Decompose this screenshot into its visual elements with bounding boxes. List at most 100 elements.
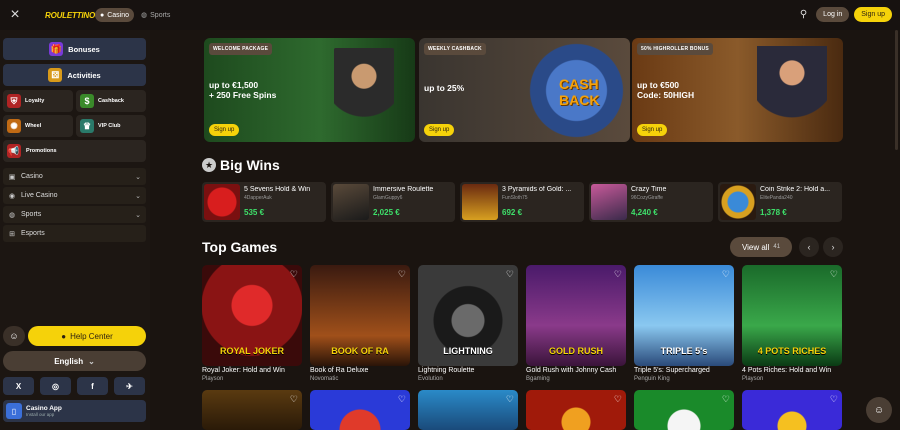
game-card[interactable]: ♡ (742, 390, 842, 430)
support-icon[interactable]: ☺ (3, 326, 25, 346)
sidebar-item-esports[interactable]: ⊞ Esports (3, 225, 146, 242)
support-chat-icon[interactable]: ☺ (866, 397, 892, 423)
sidebar-tile-cashback[interactable]: $ Cashback (76, 90, 146, 112)
view-all-button[interactable]: View all 41 (730, 237, 792, 257)
heart-icon[interactable]: ♡ (506, 394, 514, 405)
x-social-icon[interactable]: X (3, 377, 34, 395)
game-art-label: 4 POTS RICHES (757, 346, 827, 356)
login-button[interactable]: Log in (816, 7, 850, 22)
game-card-lightning-roulette[interactable]: ♡ LIGHTNING (418, 265, 518, 366)
game-card-gold-rush[interactable]: ♡ GOLD RUSH (526, 265, 626, 366)
sidebar-activities[interactable]: ⚄ Activities (3, 64, 146, 86)
promo-card-cashback[interactable]: WEEKLY CASHBACK up to 25% Sign up CASH B… (419, 38, 630, 142)
chevron-down-icon: ⌄ (135, 211, 141, 219)
game-card-royal-joker[interactable]: ♡ ROYAL JOKER (202, 265, 302, 366)
promo-signup-button[interactable]: Sign up (637, 124, 668, 136)
heart-icon[interactable]: ♡ (614, 269, 622, 280)
facebook-icon[interactable]: f (77, 377, 108, 395)
game-name[interactable]: Lightning Roulette (418, 367, 474, 374)
promo-line1: up to €1,500 (209, 80, 259, 90)
big-win-card[interactable]: Immersive Roulette GlamGuppy6 2,025 € (331, 182, 455, 222)
promo-signup-button[interactable]: Sign up (424, 124, 455, 136)
game-art-label: TRIPLE 5's (660, 346, 708, 356)
search-icon[interactable]: ⚲ (800, 9, 807, 20)
next-arrow-icon[interactable]: › (823, 237, 843, 257)
game-card-book-of-ra[interactable]: ♡ BOOK OF RA (310, 265, 410, 366)
heart-icon[interactable]: ♡ (830, 269, 838, 280)
instagram-icon[interactable]: ◎ (40, 377, 71, 395)
game-provider: Evolution (418, 376, 443, 382)
win-amount: 535 € (244, 208, 265, 217)
big-win-card[interactable]: 3 Pyramids of Gold: ... FunSloth75 692 € (460, 182, 584, 222)
game-card[interactable]: ♡ (526, 390, 626, 430)
sidebar: 🎁 Bonuses ⚄ Activities ⛨ Loyalty $ Cashb… (0, 30, 150, 430)
game-provider: Playson (202, 376, 224, 382)
logo[interactable]: ROULETTINO (45, 9, 95, 21)
language-select[interactable]: English ⌄ (3, 351, 146, 371)
win-user: FunSloth75 (502, 195, 528, 201)
promo-card-highroller[interactable]: 50% HIGHROLLER BONUS up to €500 Code: 50… (632, 38, 843, 142)
game-card[interactable]: ♡ (634, 390, 734, 430)
help-center-label: Help Center (70, 331, 113, 341)
casino-chip-icon: ● (100, 11, 105, 19)
game-card-4-pots-riches[interactable]: ♡ 4 POTS RICHES (742, 265, 842, 366)
close-icon[interactable]: × (1, 0, 29, 30)
game-thumbnail (204, 184, 240, 220)
promo-card-welcome[interactable]: WELCOME PACKAGE up to €1,500 + 250 Free … (204, 38, 415, 142)
promo-line2: + 250 Free Spins (209, 90, 277, 100)
win-user: ElitePanda240 (760, 195, 793, 201)
heart-icon[interactable]: ♡ (614, 394, 622, 405)
sidebar-item-casino[interactable]: ▣ Casino ⌄ (3, 168, 146, 185)
help-center-button[interactable]: ● Help Center (28, 326, 146, 346)
prev-arrow-icon[interactable]: ‹ (799, 237, 819, 257)
big-win-card[interactable]: Coin Strike 2: Hold a... ElitePanda240 1… (718, 182, 842, 222)
game-card[interactable]: ♡ (202, 390, 302, 430)
sidebar-tile-loyalty[interactable]: ⛨ Loyalty (3, 90, 73, 112)
top-games-title: Top Games (202, 239, 278, 255)
game-name[interactable]: 4 Pots Riches: Hold and Win (742, 367, 831, 374)
sidebar-tile-promotions[interactable]: 📢 Promotions (3, 140, 146, 162)
heart-icon[interactable]: ♡ (722, 394, 730, 405)
heart-icon[interactable]: ♡ (290, 269, 298, 280)
heart-icon[interactable]: ♡ (398, 269, 406, 280)
tab-sports[interactable]: ◍ Sports (136, 8, 175, 22)
game-name[interactable]: Royal Joker: Hold and Win (202, 367, 285, 374)
sidebar-item-sports[interactable]: ◍ Sports ⌄ (3, 206, 146, 223)
heart-icon[interactable]: ♡ (398, 394, 406, 405)
game-art-label: ROYAL JOKER (219, 346, 285, 356)
game-provider: Playson (742, 376, 764, 382)
game-name[interactable]: Book of Ra Deluxe (310, 367, 368, 374)
tab-casino-label: Casino (107, 11, 130, 19)
games-count: 41 (773, 244, 781, 250)
game-art-label: LIGHTNING (443, 346, 493, 356)
big-win-card[interactable]: 5 Sevens Hold & Win 4DapperAuk 535 € (202, 182, 326, 222)
game-card[interactable]: ♡ (418, 390, 518, 430)
sidebar-tile-vip[interactable]: ♛ VIP Club (76, 115, 146, 137)
promo-signup-button[interactable]: Sign up (209, 124, 240, 136)
ball-icon: ◍ (8, 211, 16, 219)
tile-label: Wheel (25, 123, 42, 129)
chevron-down-icon: ⌄ (135, 173, 141, 181)
tab-casino[interactable]: ● Casino (95, 8, 135, 22)
game-name[interactable]: Triple 5's: Supercharged (634, 367, 710, 374)
game-card[interactable]: ♡ (310, 390, 410, 430)
heart-icon[interactable]: ♡ (506, 269, 514, 280)
sidebar-bonuses[interactable]: 🎁 Bonuses (3, 38, 146, 60)
win-user: GlamGuppy6 (373, 195, 403, 201)
game-name[interactable]: Gold Rush with Johnny Cash (526, 367, 616, 374)
win-game-name: Crazy Time (631, 186, 667, 193)
sidebar-bonuses-label: Bonuses (68, 44, 100, 54)
big-win-card[interactable]: Crazy Time 96CozyGiraffe 4,240 € (589, 182, 713, 222)
heart-icon[interactable]: ♡ (830, 394, 838, 405)
telegram-icon[interactable]: ✈ (114, 377, 145, 395)
signup-button[interactable]: Sign up (854, 7, 892, 22)
game-card-triple-5s[interactable]: ♡ TRIPLE 5's (634, 265, 734, 366)
heart-icon[interactable]: ♡ (722, 269, 730, 280)
sidebar-tile-wheel[interactable]: ✺ Wheel (3, 115, 73, 137)
casino-app-banner[interactable]: ▯ Casino App Install our app (3, 400, 146, 422)
win-game-name: 3 Pyramids of Gold: ... (502, 186, 572, 193)
scrollbar[interactable] (895, 30, 898, 150)
sidebar-item-live-casino[interactable]: ◉ Live Casino ⌄ (3, 187, 146, 204)
wheel-icon: ✺ (7, 119, 21, 133)
heart-icon[interactable]: ♡ (290, 394, 298, 405)
